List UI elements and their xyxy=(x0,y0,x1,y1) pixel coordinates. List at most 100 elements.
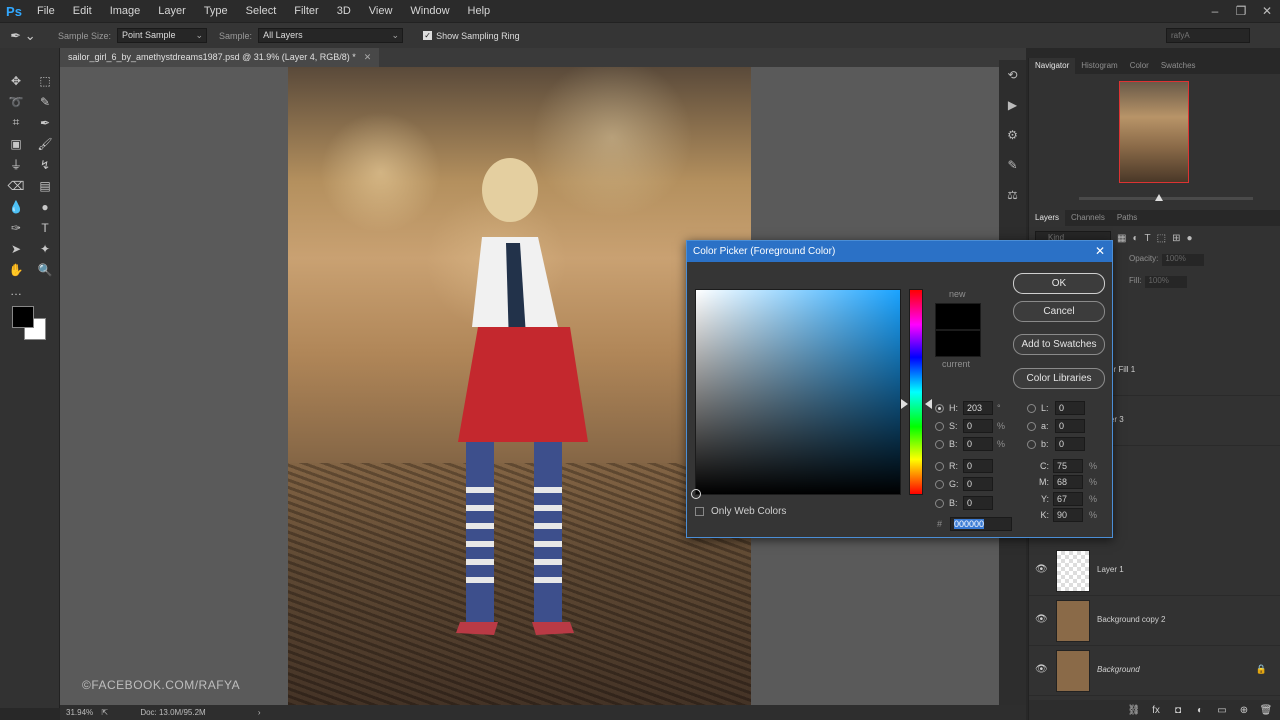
hand-tool-icon[interactable]: ✋ xyxy=(3,263,29,277)
user-field[interactable]: rafyA xyxy=(1166,28,1250,43)
saturation-input[interactable]: 0 xyxy=(963,419,993,433)
yellow-input[interactable]: 67 xyxy=(1053,492,1083,506)
eyedropper-tool-icon[interactable]: ✒ xyxy=(32,116,58,130)
menu-select[interactable]: Select xyxy=(237,0,286,22)
blur-tool-icon[interactable]: 💧 xyxy=(3,200,29,214)
fx-icon[interactable]: fx xyxy=(1145,705,1167,716)
radio-icon[interactable] xyxy=(1027,439,1036,449)
hex-field[interactable]: # 000000 xyxy=(937,517,1013,531)
chevron-right-icon[interactable]: › xyxy=(258,708,261,717)
hue-input[interactable]: 203 xyxy=(963,401,993,415)
shape-tool-icon[interactable]: ✦ xyxy=(32,242,58,256)
lasso-tool-icon[interactable]: ➰ xyxy=(3,95,29,109)
hex-input[interactable]: 000000 xyxy=(950,517,1013,531)
magenta-field[interactable]: M: 68% xyxy=(1037,475,1097,489)
close-icon[interactable]: ✕ xyxy=(364,52,372,62)
more-tools-icon[interactable]: … xyxy=(3,284,29,298)
foreground-color-swatch[interactable] xyxy=(12,306,34,328)
hue-field[interactable]: H: 203 ° xyxy=(935,401,1001,415)
lab-b-field[interactable]: b: 0 xyxy=(1027,437,1085,451)
brightness-field[interactable]: B: 0% xyxy=(935,437,1005,451)
eraser-tool-icon[interactable]: ⌫ xyxy=(3,179,29,193)
properties-icon[interactable]: ⚙ xyxy=(999,120,1026,150)
tab-layers[interactable]: Layers xyxy=(1029,210,1066,226)
eye-icon[interactable]: 👁 xyxy=(1035,664,1048,675)
ok-button[interactable]: OK xyxy=(1013,273,1105,294)
green-input[interactable]: 0 xyxy=(963,477,993,491)
filter-toggle-icon[interactable]: ● xyxy=(1186,233,1192,244)
lab-b-input[interactable]: 0 xyxy=(1055,437,1085,451)
radio-icon[interactable] xyxy=(935,421,944,431)
cyan-field[interactable]: C: 75% xyxy=(1037,459,1097,473)
adjustment-filter-icon[interactable]: ◐ xyxy=(1132,233,1138,244)
cyan-input[interactable]: 75 xyxy=(1053,459,1083,473)
brightness-input[interactable]: 0 xyxy=(963,437,993,451)
current-color-swatch[interactable] xyxy=(935,330,981,357)
radio-icon[interactable] xyxy=(935,498,944,508)
sample-size-select[interactable]: Point Sample ⌄ xyxy=(117,28,208,43)
close-icon[interactable]: ✕ xyxy=(1092,241,1108,262)
history-icon[interactable]: ⟲ xyxy=(999,60,1026,90)
menu-edit[interactable]: Edit xyxy=(64,0,101,22)
slider-knob-icon[interactable] xyxy=(1155,194,1163,201)
group-folder-icon[interactable]: ▭ xyxy=(1211,705,1233,716)
saturation-brightness-field[interactable] xyxy=(691,289,901,499)
mask-icon[interactable]: ◘ xyxy=(1167,705,1189,716)
tab-histogram[interactable]: Histogram xyxy=(1075,58,1123,74)
tab-navigator[interactable]: Navigator xyxy=(1029,58,1076,74)
pixel-filter-icon[interactable]: ▦ xyxy=(1117,233,1126,244)
layer-name[interactable]: Background copy 2 xyxy=(1097,615,1166,624)
history-brush-icon[interactable]: ↯ xyxy=(32,158,58,172)
new-layer-icon[interactable]: ⊕ xyxy=(1233,705,1255,716)
type-filter-icon[interactable]: T xyxy=(1145,233,1151,244)
doc-size[interactable]: Doc: 13.0M/95.2M xyxy=(140,708,205,717)
saturation-field[interactable]: S: 0% xyxy=(935,419,1005,433)
layer-row[interactable]: 👁 Background copy 2 xyxy=(1029,596,1280,646)
key-black-field[interactable]: K: 90% xyxy=(1037,508,1097,522)
yellow-field[interactable]: Y: 67% xyxy=(1037,492,1097,506)
sampling-ring-checkbox[interactable]: ✓ Show Sampling Ring xyxy=(423,31,520,41)
menu-3d[interactable]: 3D xyxy=(328,0,360,22)
add-to-swatches-button[interactable]: Add to Swatches xyxy=(1013,334,1105,355)
tab-swatches[interactable]: Swatches xyxy=(1155,58,1202,74)
color-libraries-button[interactable]: Color Libraries xyxy=(1013,368,1105,389)
magenta-input[interactable]: 68 xyxy=(1053,475,1083,489)
zoom-level[interactable]: 31.94% xyxy=(66,708,93,717)
dodge-tool-icon[interactable]: ● xyxy=(32,200,58,214)
blue-field[interactable]: B: 0 xyxy=(935,496,993,510)
radio-icon[interactable] xyxy=(935,439,944,449)
menu-file[interactable]: File xyxy=(28,0,64,22)
color-marker-icon[interactable] xyxy=(691,489,701,499)
lab-l-field[interactable]: L: 0 xyxy=(1027,401,1085,415)
brush-tool-icon[interactable]: 🖌 xyxy=(32,137,58,151)
navigator-zoom-slider[interactable] xyxy=(1079,194,1253,201)
restore-button[interactable]: ❐ xyxy=(1228,0,1254,22)
export-icon[interactable]: ⇱ xyxy=(101,708,108,717)
radio-icon[interactable] xyxy=(935,479,944,489)
eye-icon[interactable]: 👁 xyxy=(1035,564,1048,575)
opacity-value[interactable]: 100% xyxy=(1162,254,1205,266)
menu-image[interactable]: Image xyxy=(101,0,150,22)
cancel-button[interactable]: Cancel xyxy=(1013,301,1105,322)
tab-color[interactable]: Color xyxy=(1124,58,1155,74)
path-select-icon[interactable]: ➤ xyxy=(3,242,29,256)
menu-layer[interactable]: Layer xyxy=(149,0,195,22)
tab-paths[interactable]: Paths xyxy=(1111,210,1143,226)
lab-a-input[interactable]: 0 xyxy=(1055,419,1085,433)
red-input[interactable]: 0 xyxy=(963,459,993,473)
checkbox-icon[interactable] xyxy=(695,507,704,516)
radio-icon[interactable] xyxy=(1027,421,1036,431)
radio-icon[interactable] xyxy=(935,461,944,471)
menu-view[interactable]: View xyxy=(360,0,402,22)
blue-input[interactable]: 0 xyxy=(963,496,993,510)
radio-icon[interactable] xyxy=(1027,403,1036,413)
zoom-tool-icon[interactable]: 🔍 xyxy=(32,263,58,277)
only-web-colors-checkbox[interactable]: Only Web Colors xyxy=(695,506,786,517)
fill-value[interactable]: 100% xyxy=(1145,276,1188,288)
navigator-thumbnail[interactable] xyxy=(1119,81,1189,183)
menu-type[interactable]: Type xyxy=(195,0,237,22)
eyedropper-icon[interactable]: ✒ ⌄ xyxy=(0,28,46,44)
tab-channels[interactable]: Channels xyxy=(1065,210,1111,226)
layer-name[interactable]: Background xyxy=(1097,665,1140,674)
minimize-button[interactable]: – xyxy=(1202,0,1228,22)
